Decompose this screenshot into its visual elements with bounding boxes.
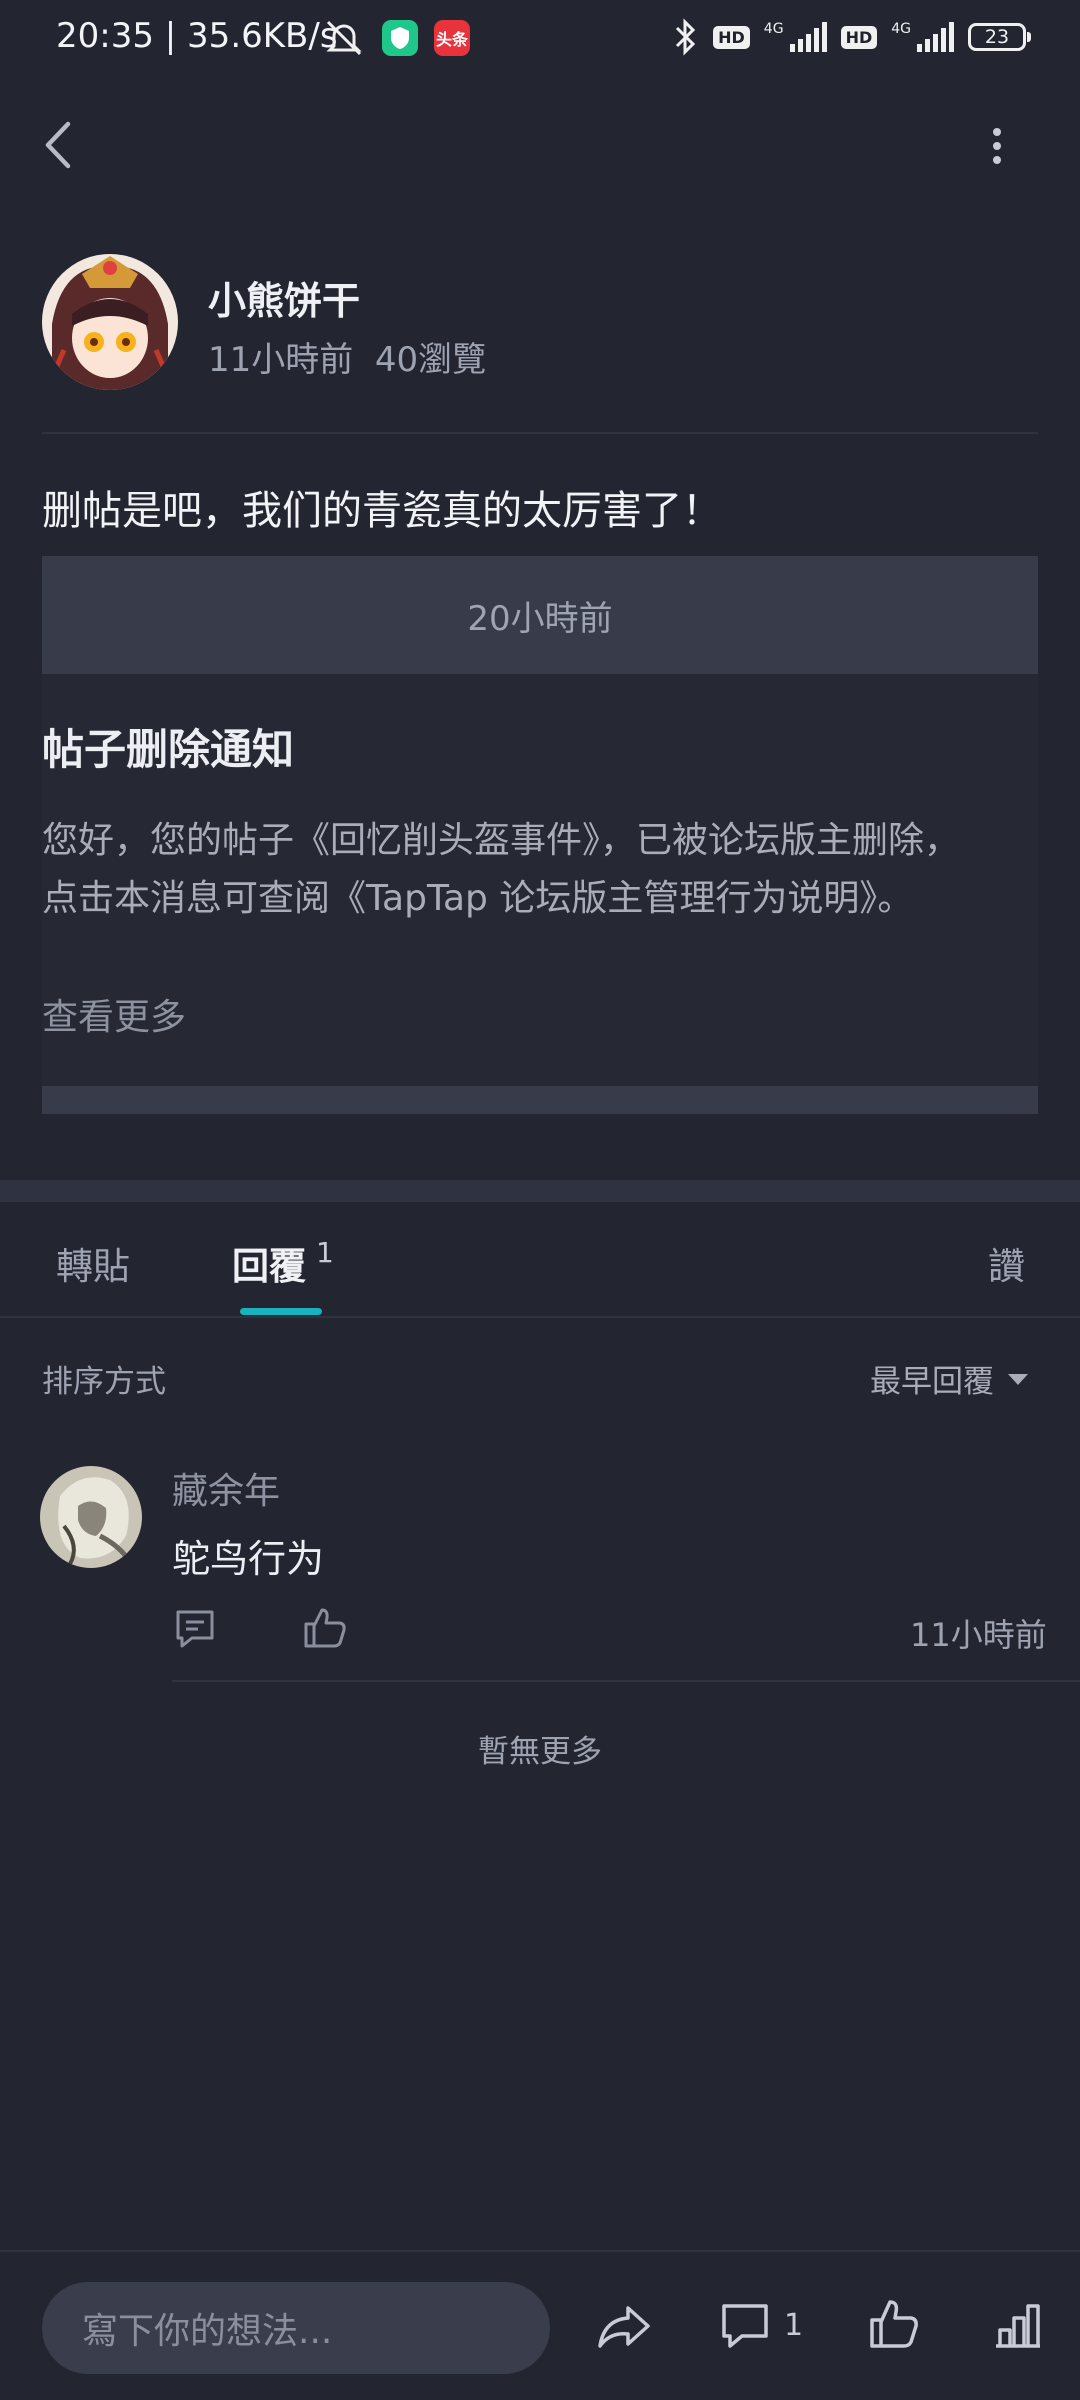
hd-badge-2: HD [840, 25, 878, 49]
post-text: 删帖是吧，我们的青瓷真的太厉害了！ [42, 488, 722, 534]
network-type-2: 4G [891, 21, 911, 37]
section-separator [0, 1180, 1080, 1202]
author-name[interactable]: 小熊饼干 [208, 270, 360, 325]
bluetooth-icon [676, 18, 696, 56]
battery-icon: 23 [968, 23, 1031, 51]
more-icon[interactable] [982, 126, 1012, 166]
network-type: 4G [763, 21, 784, 37]
comment-time: 11小時前 [910, 1616, 1047, 1654]
stats-icon[interactable] [992, 2302, 1044, 2350]
commenter-avatar[interactable] [40, 1466, 142, 1568]
card-footer [42, 1086, 1038, 1114]
tab-indicator [240, 1308, 322, 1315]
tab-reply-count: 1 [316, 1236, 334, 1269]
status-time: 20:35 | 35.6KB/s [56, 16, 338, 56]
reply-icon[interactable] [172, 1608, 218, 1650]
card-header-time: 20小時前 [42, 556, 1038, 674]
comment-icon[interactable] [720, 2302, 770, 2350]
tab-reply[interactable]: 回覆 1 [232, 1236, 334, 1290]
signal-icon-2 [917, 22, 954, 52]
divider [0, 1316, 1080, 1318]
tab-like[interactable]: 讚 [988, 1236, 1025, 1290]
sort-value: 最早回覆 [870, 1364, 994, 1400]
post-views: 40瀏覽 [374, 340, 487, 380]
comment-text: 鸵鸟行为 [172, 1537, 325, 1581]
divider [42, 432, 1038, 434]
post-meta: 11小時前 40瀏覽 [208, 332, 486, 381]
like-icon[interactable] [302, 1606, 348, 1650]
hd-badge: HD [713, 25, 750, 49]
view-more-link[interactable]: 查看更多 [42, 988, 186, 1040]
toutiao-app-icon: 头条 [434, 20, 470, 56]
notice-body-line: 点击本消息可查阅《TapTap 论坛版主管理行为说明》。 [42, 878, 914, 919]
like-icon[interactable] [868, 2298, 920, 2350]
back-icon[interactable] [38, 118, 82, 172]
status-icons: HD 4G HD 4G 23 [673, 18, 1031, 56]
status-bar: 20:35 | 35.6KB/s 头条 HD 4G HD 4G 23 [0, 0, 1080, 76]
shield-app-icon [382, 20, 418, 56]
share-icon[interactable] [596, 2302, 652, 2352]
notice-body: 您好，您的帖子《回忆削头盔事件》，已被论坛版主删除， 点击本消息可查阅《TapT… [42, 812, 1042, 928]
notice-title: 帖子删除通知 [42, 725, 295, 774]
divider [172, 1680, 1080, 1682]
no-more-text: 暫無更多 [478, 1734, 602, 1770]
signal-icon [789, 22, 827, 52]
comment-count: 1 [784, 2308, 804, 2343]
tab-repost[interactable]: 轉貼 [56, 1236, 130, 1290]
author-avatar[interactable] [42, 254, 178, 390]
sort-label: 排序方式 [42, 1364, 166, 1400]
tab-reply-label: 回覆 [232, 1245, 306, 1288]
caret-down-icon [1008, 1373, 1028, 1385]
divider [0, 2250, 1080, 2252]
bell-muted-icon [326, 20, 362, 56]
notice-body-line: 您好，您的帖子《回忆削头盔事件》，已被论坛版主删除， [42, 820, 961, 861]
sort-dropdown[interactable]: 最早回覆 [870, 1356, 1030, 1401]
comment-input[interactable]: 寫下你的想法... [42, 2282, 550, 2374]
commenter-name[interactable]: 藏余年 [172, 1462, 280, 1514]
post-time: 11小時前 [208, 340, 354, 380]
